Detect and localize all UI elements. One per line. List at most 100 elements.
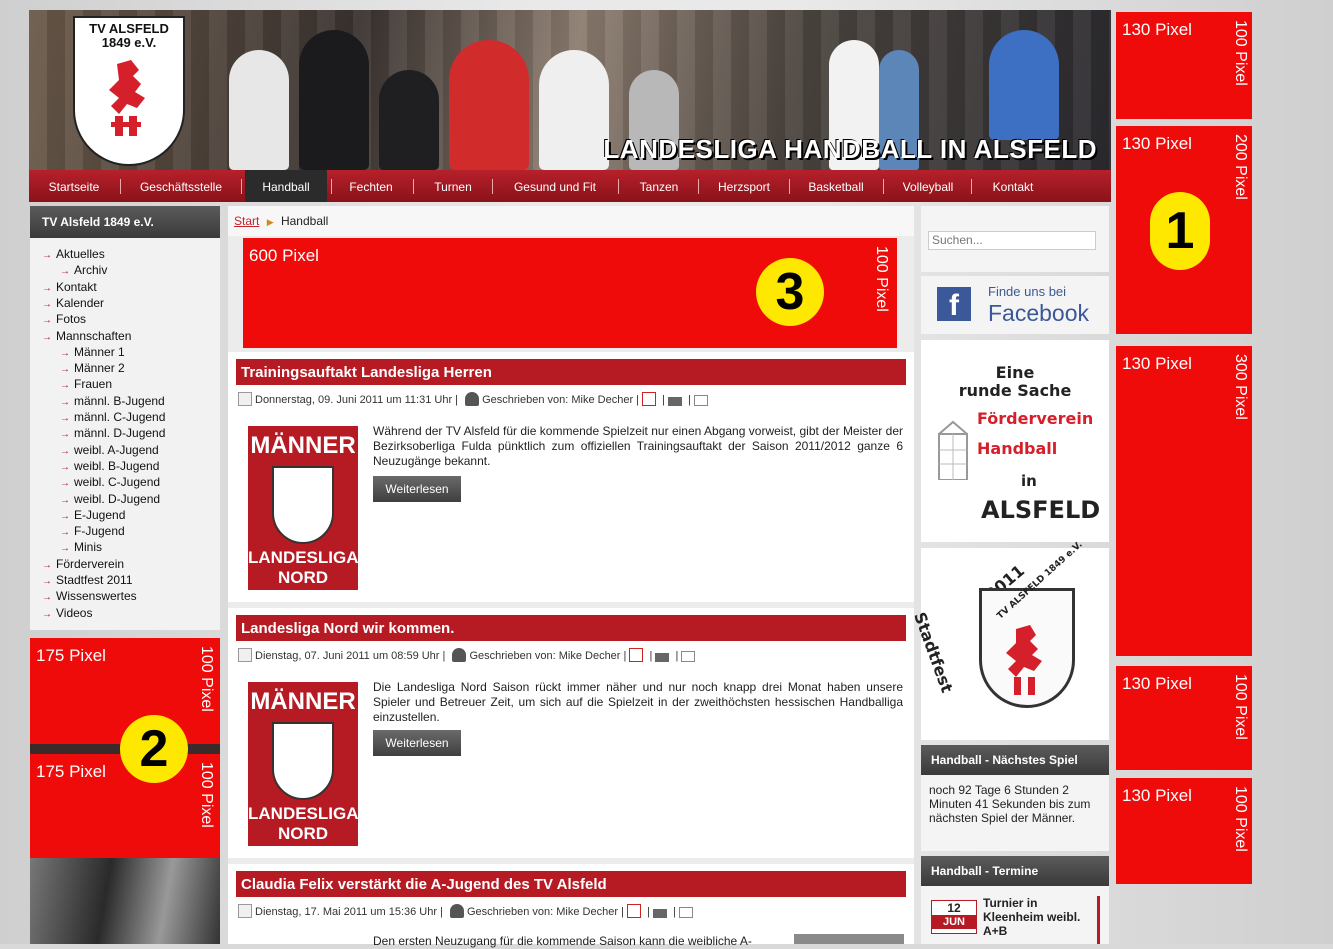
article-thumbnail[interactable]: MÄNNER LANDESLIGA NORD	[248, 682, 359, 846]
sidebar-item[interactable]: → F-Jugend	[60, 523, 125, 541]
read-more-button[interactable]: Weiterlesen	[373, 476, 461, 502]
nav-volleyball[interactable]: Volleyball	[887, 170, 969, 202]
print-icon[interactable]	[668, 397, 683, 406]
sidebar-item[interactable]: → weibl. D-Jugend	[60, 491, 160, 509]
annotation-badge-1: 1	[1150, 192, 1210, 270]
read-more-button[interactable]: Weiterlesen	[373, 730, 461, 756]
sidebar-item[interactable]: → Kontakt	[42, 279, 97, 297]
ad-slot-left-2[interactable]: 175 Pixel 100 Pixel	[30, 754, 220, 858]
foerderverein-banner[interactable]: Eine runde Sache Förderverein Handball i…	[921, 340, 1109, 542]
print-icon[interactable]	[655, 653, 670, 662]
print-icon[interactable]	[652, 909, 667, 918]
breadcrumb-arrow-icon: ▶	[266, 217, 274, 227]
sidebar-item[interactable]: → männl. C-Jugend	[60, 409, 165, 427]
stadtfest-logo[interactable]: 2011 TV ALSFELD 1849 e.V. Stadtfest	[910, 540, 1109, 740]
arrow-right-icon: →	[60, 461, 70, 473]
ad-slot-left-1[interactable]: 175 Pixel 100 Pixel	[30, 638, 220, 744]
stadtfest-shield-icon	[979, 588, 1075, 708]
sidebar-item[interactable]: → Aktuelles	[42, 246, 105, 264]
sidebar-item-label: Stadtfest 2011	[56, 573, 133, 587]
sidebar-item[interactable]: → weibl. C-Jugend	[60, 474, 160, 492]
nav-turnen[interactable]: Turnen	[417, 170, 489, 202]
pdf-icon[interactable]	[642, 392, 657, 406]
event-day: 12	[947, 901, 961, 915]
ad-right-1-width: 130 Pixel	[1122, 20, 1192, 39]
sidebar-item[interactable]: → weibl. B-Jugend	[60, 458, 159, 476]
facebook-big-text: Facebook	[988, 300, 1090, 326]
sidebar-item[interactable]: → Mannschaften	[42, 328, 131, 346]
sidebar-item[interactable]: → Frauen	[60, 376, 112, 394]
search-input[interactable]	[928, 231, 1096, 250]
sidebar-item[interactable]: → Männer 2	[60, 360, 125, 378]
thumb-subtitle: LANDESLIGA NORD	[248, 804, 359, 843]
sidebar-item[interactable]: → Stadtfest 2011	[42, 572, 133, 590]
ad-right-2-width: 130 Pixel	[1122, 134, 1192, 153]
sidebar-item[interactable]: → männl. B-Jugend	[60, 393, 165, 411]
nav-tanzen[interactable]: Tanzen	[622, 170, 696, 202]
arrow-right-icon: →	[42, 608, 52, 620]
article-author: Geschrieben von: Mike Decher	[482, 394, 634, 406]
ad-banner-width: 600 Pixel	[249, 246, 319, 265]
article-meta: Donnerstag, 09. Juni 2011 um 11:31 Uhr |…	[238, 392, 711, 408]
article-title[interactable]: Trainingsauftakt Landesliga Herren	[236, 359, 906, 385]
foerder-line-6: ALSFELD	[981, 496, 1101, 524]
breadcrumb-home[interactable]: Start	[234, 214, 259, 228]
arrow-right-icon: →	[60, 364, 70, 376]
event-month: JUN	[932, 915, 976, 929]
arrow-right-icon: →	[60, 396, 70, 408]
club-logo[interactable]: TV ALSFELD 1849 e.V.	[73, 16, 185, 166]
article-title[interactable]: Landesliga Nord wir kommen.	[236, 615, 906, 641]
arrow-right-icon: →	[60, 413, 70, 424]
ad-slot-right-1[interactable]: 130 Pixel 100 Pixel	[1116, 12, 1252, 119]
article-thumbnail[interactable]: MÄNNER LANDESLIGA NORD	[248, 426, 359, 590]
calendar-icon	[238, 648, 252, 662]
sidebar-item-label: E-Jugend	[74, 507, 126, 522]
arrow-right-icon: →	[42, 298, 52, 310]
nav-basketball[interactable]: Basketball	[793, 170, 879, 202]
facebook-text[interactable]: Finde uns bei Facebook	[988, 284, 1089, 326]
nav-kontakt[interactable]: Kontakt	[975, 170, 1051, 202]
left-sidebar-title: TV Alsfeld 1849 e.V.	[30, 206, 220, 238]
nav-geschaeftsstelle[interactable]: Geschäftsstelle	[123, 170, 239, 202]
nav-fechten[interactable]: Fechten	[335, 170, 407, 202]
sidebar-item-label: Männer 2	[74, 361, 125, 376]
sidebar-item[interactable]: → Minis	[60, 539, 102, 557]
arrow-right-icon: →	[60, 445, 70, 457]
nav-herzsport[interactable]: Herzsport	[702, 170, 786, 202]
nav-gesund-und-fit[interactable]: Gesund und Fit	[496, 170, 614, 202]
foerder-line-5: in	[1021, 472, 1037, 490]
sidebar-item[interactable]: → Kalender	[42, 295, 104, 313]
sidebar-item[interactable]: → Archiv	[60, 262, 107, 280]
sidebar-item[interactable]: → Videos	[42, 605, 92, 623]
sidebar-item[interactable]: → männl. D-Jugend	[60, 425, 165, 443]
sidebar-item-label: männl. B-Jugend	[74, 393, 165, 408]
article-photo[interactable]	[794, 934, 904, 944]
ad-slot-right-5[interactable]: 130 Pixel 100 Pixel	[1116, 778, 1252, 884]
article-title[interactable]: Claudia Felix verstärkt die A-Jugend des…	[236, 871, 906, 897]
header-slogan: LANDESLIGA HANDBALL IN ALSFELD	[603, 134, 1097, 164]
sidebar-item[interactable]: → Männer 1	[60, 344, 125, 362]
sidebar-item-label: männl. C-Jugend	[74, 410, 166, 424]
ad-slot-right-3[interactable]: 130 Pixel 300 Pixel	[1116, 346, 1252, 656]
lion-icon	[109, 60, 145, 136]
author-icon	[465, 392, 480, 406]
sidebar-item[interactable]: → Fotos	[42, 311, 86, 329]
email-icon[interactable]	[678, 907, 693, 918]
sidebar-item[interactable]: → weibl. A-Jugend	[60, 442, 159, 460]
sidebar-item[interactable]: → E-Jugend	[60, 507, 125, 525]
pdf-icon[interactable]	[627, 904, 641, 918]
sidebar-item[interactable]: → Förderverein	[42, 556, 124, 574]
next-game-countdown: noch 92 Tage 6 Stunden 2 Minuten 41 Seku…	[929, 783, 1091, 825]
email-icon[interactable]	[694, 395, 709, 406]
sidebar-item-label: Minis	[74, 540, 103, 555]
author-icon	[452, 648, 467, 662]
email-icon[interactable]	[681, 651, 696, 662]
arrow-right-icon: →	[42, 250, 52, 261]
nav-handball[interactable]: Handball	[245, 170, 327, 202]
arrow-right-icon: →	[42, 315, 52, 327]
pdf-icon[interactable]	[629, 648, 644, 662]
event-text[interactable]: Turnier in Kleenheim weibl. A+B	[983, 896, 1099, 938]
sidebar-item[interactable]: → Wissenswertes	[42, 588, 137, 606]
ad-slot-right-4[interactable]: 130 Pixel 100 Pixel	[1116, 666, 1252, 770]
nav-startseite[interactable]: Startseite	[29, 170, 119, 202]
